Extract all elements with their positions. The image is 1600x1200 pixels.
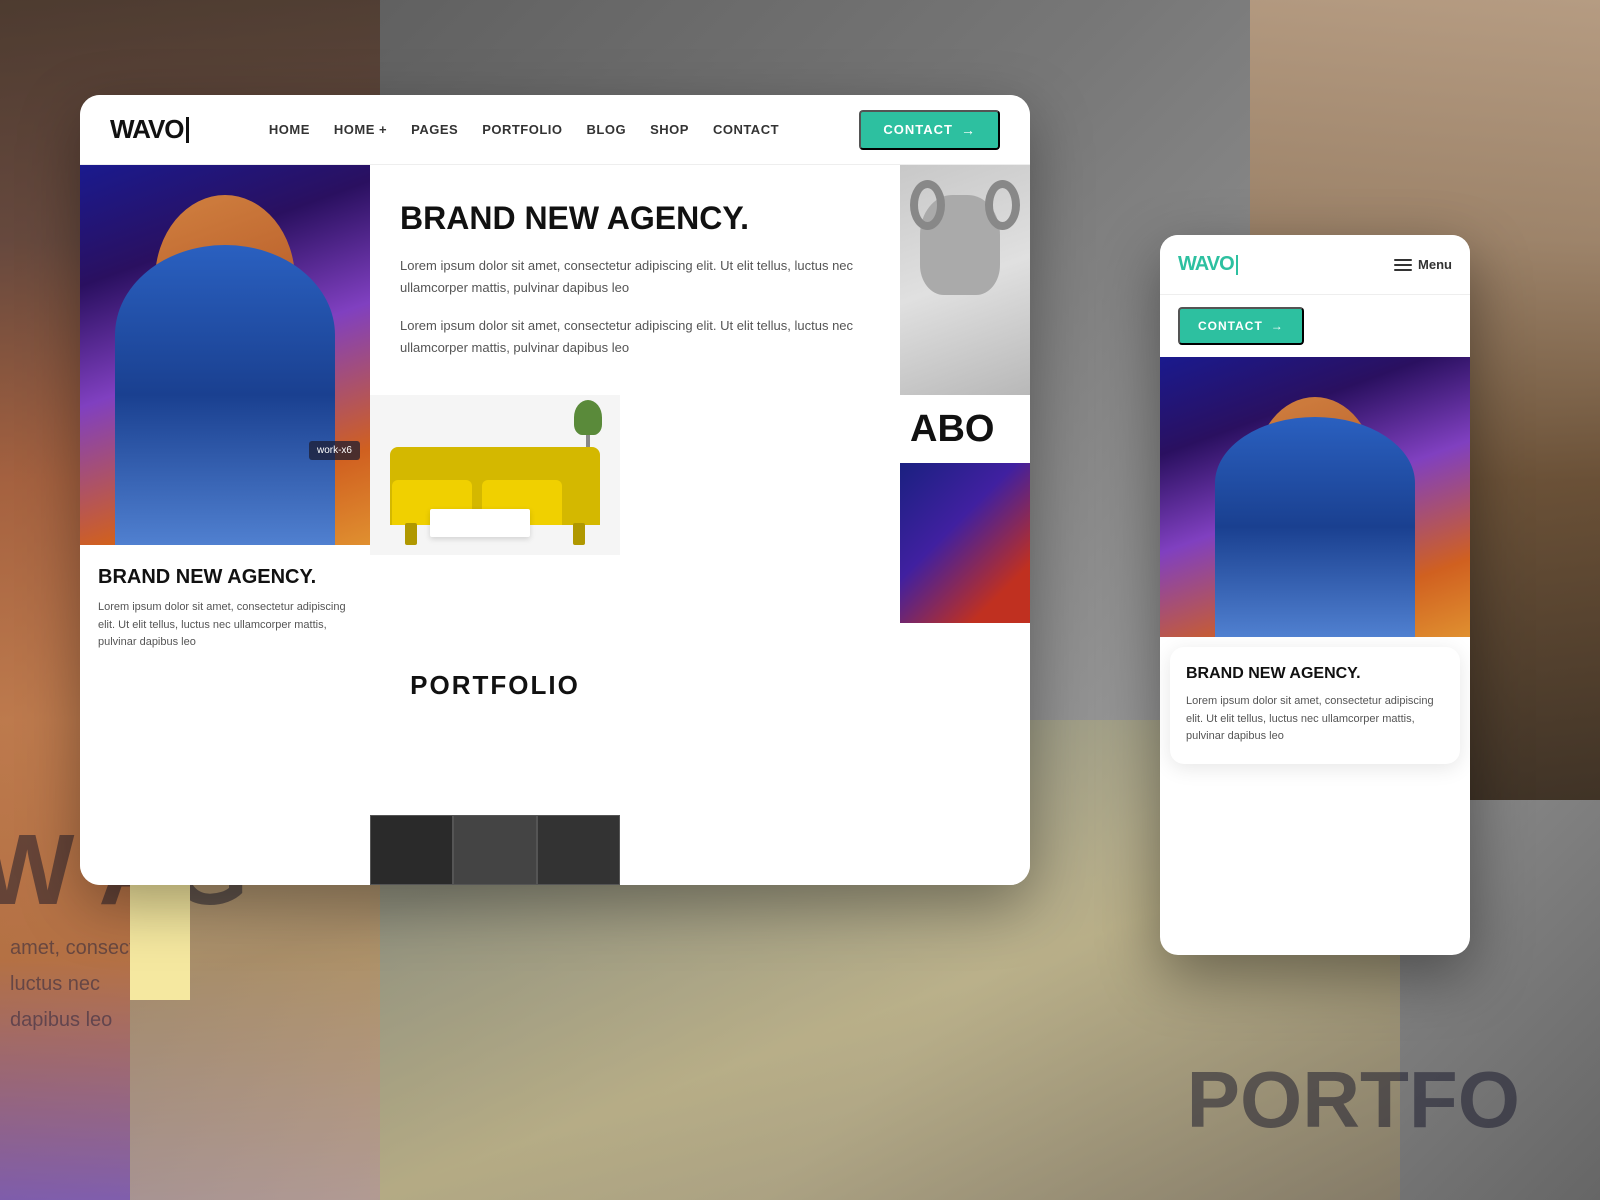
nav-contact[interactable]: CONTACT — [713, 122, 779, 137]
hamburger-line-2 — [1394, 264, 1412, 266]
desktop-card: WAVO HOME HOME + PAGES PORTFOLIO BLOG SH… — [80, 95, 1030, 885]
bottom-left-section: BRAND NEW AGENCY. Lorem ipsum dolor sit … — [80, 545, 370, 885]
mobile-person-hoodie — [1215, 417, 1415, 637]
portfolio-section: PORTFOLIO — [370, 395, 900, 885]
work-badge: work-x6 — [309, 441, 360, 460]
lorem-text-2: Lorem ipsum dolor sit amet, consectetur … — [400, 315, 870, 359]
mobile-cta-arrow-icon: → — [1271, 319, 1284, 333]
ram-horn-left — [910, 180, 945, 230]
lorem-text-1: Lorem ipsum dolor sit amet, consectetur … — [400, 255, 870, 299]
hamburger-line-1 — [1394, 259, 1412, 261]
nav-shop[interactable]: SHOP — [650, 122, 689, 137]
mobile-hero-image — [1160, 357, 1470, 637]
mobile-logo: WAVO — [1178, 253, 1238, 276]
brand-title-large: BRAND NEW AGENCY. — [400, 200, 870, 237]
about-text: ABO — [900, 395, 1030, 463]
mobile-menu-button[interactable]: Menu — [1394, 257, 1452, 272]
mobile-card: WAVO Menu CONTACT → BRAND NEW AGENCY. Lo… — [1160, 235, 1470, 955]
nav-blog[interactable]: BLOG — [587, 122, 627, 137]
desktop-nav: WAVO HOME HOME + PAGES PORTFOLIO BLOG SH… — [80, 95, 1030, 165]
bottom-brand-title: BRAND NEW AGENCY. — [98, 565, 352, 589]
ram-horn-right — [985, 180, 1020, 230]
mobile-bottom-card: BRAND NEW AGENCY. Lorem ipsum dolor sit … — [1170, 647, 1460, 764]
desktop-body: work-x6 BRAND NEW AGENCY. Lorem ipsum do… — [80, 165, 1030, 885]
right-col: ABO — [900, 165, 1030, 885]
grid-images — [370, 815, 620, 885]
grid-img-3 — [537, 815, 620, 885]
nav-pages[interactable]: PAGES — [411, 122, 458, 137]
nav-portfolio[interactable]: PORTFOLIO — [482, 122, 562, 137]
cta-arrow-icon: → — [961, 122, 976, 138]
desktop-contact-button[interactable]: CONTACT → — [859, 110, 1000, 150]
person-photo: work-x6 — [80, 165, 370, 545]
center-content: BRAND NEW AGENCY. Lorem ipsum dolor sit … — [370, 165, 900, 885]
hamburger-icon — [1394, 259, 1412, 271]
sofa-image — [370, 395, 620, 555]
nav-links: HOME HOME + PAGES PORTFOLIO BLOG SHOP CO… — [269, 122, 779, 137]
logo-cursor — [186, 117, 189, 143]
portfolio-label: PORTFOLIO — [370, 555, 620, 815]
grid-img-1 — [370, 815, 453, 885]
blue-image — [900, 463, 1030, 623]
mobile-logo-text: WAVO — [1178, 253, 1234, 276]
person-hoodie — [115, 245, 335, 545]
desktop-logo: WAVO — [110, 114, 189, 145]
bg-portfolio-text: PORTFO — [1187, 1060, 1520, 1140]
nav-home[interactable]: HOME — [269, 122, 310, 137]
mobile-brand-title: BRAND NEW AGENCY. — [1186, 665, 1444, 683]
logo-text: WAVO — [110, 114, 184, 145]
menu-label: Menu — [1418, 257, 1452, 272]
grid-img-2 — [453, 815, 536, 885]
bottom-brand-desc: Lorem ipsum dolor sit amet, consectetur … — [98, 599, 352, 652]
hamburger-line-3 — [1394, 269, 1412, 271]
portfolio-left: PORTFOLIO — [370, 395, 620, 885]
mobile-contact-button[interactable]: CONTACT → — [1178, 307, 1304, 345]
left-image-col: work-x6 BRAND NEW AGENCY. Lorem ipsum do… — [80, 165, 370, 885]
hero-image: work-x6 — [80, 165, 370, 545]
ram-image — [900, 165, 1030, 395]
mobile-logo-cursor — [1236, 255, 1238, 275]
mobile-cta-row: CONTACT → — [1160, 295, 1470, 357]
mobile-lorem-text: Lorem ipsum dolor sit amet, consectetur … — [1186, 693, 1444, 746]
hero-text-section: BRAND NEW AGENCY. Lorem ipsum dolor sit … — [370, 165, 900, 395]
cta-label: CONTACT — [883, 122, 953, 137]
nav-home-plus[interactable]: HOME + — [334, 122, 387, 137]
mobile-nav: WAVO Menu — [1160, 235, 1470, 295]
portfolio-text: PORTFOLIO — [410, 670, 580, 701]
mobile-cta-label: CONTACT — [1198, 319, 1263, 333]
